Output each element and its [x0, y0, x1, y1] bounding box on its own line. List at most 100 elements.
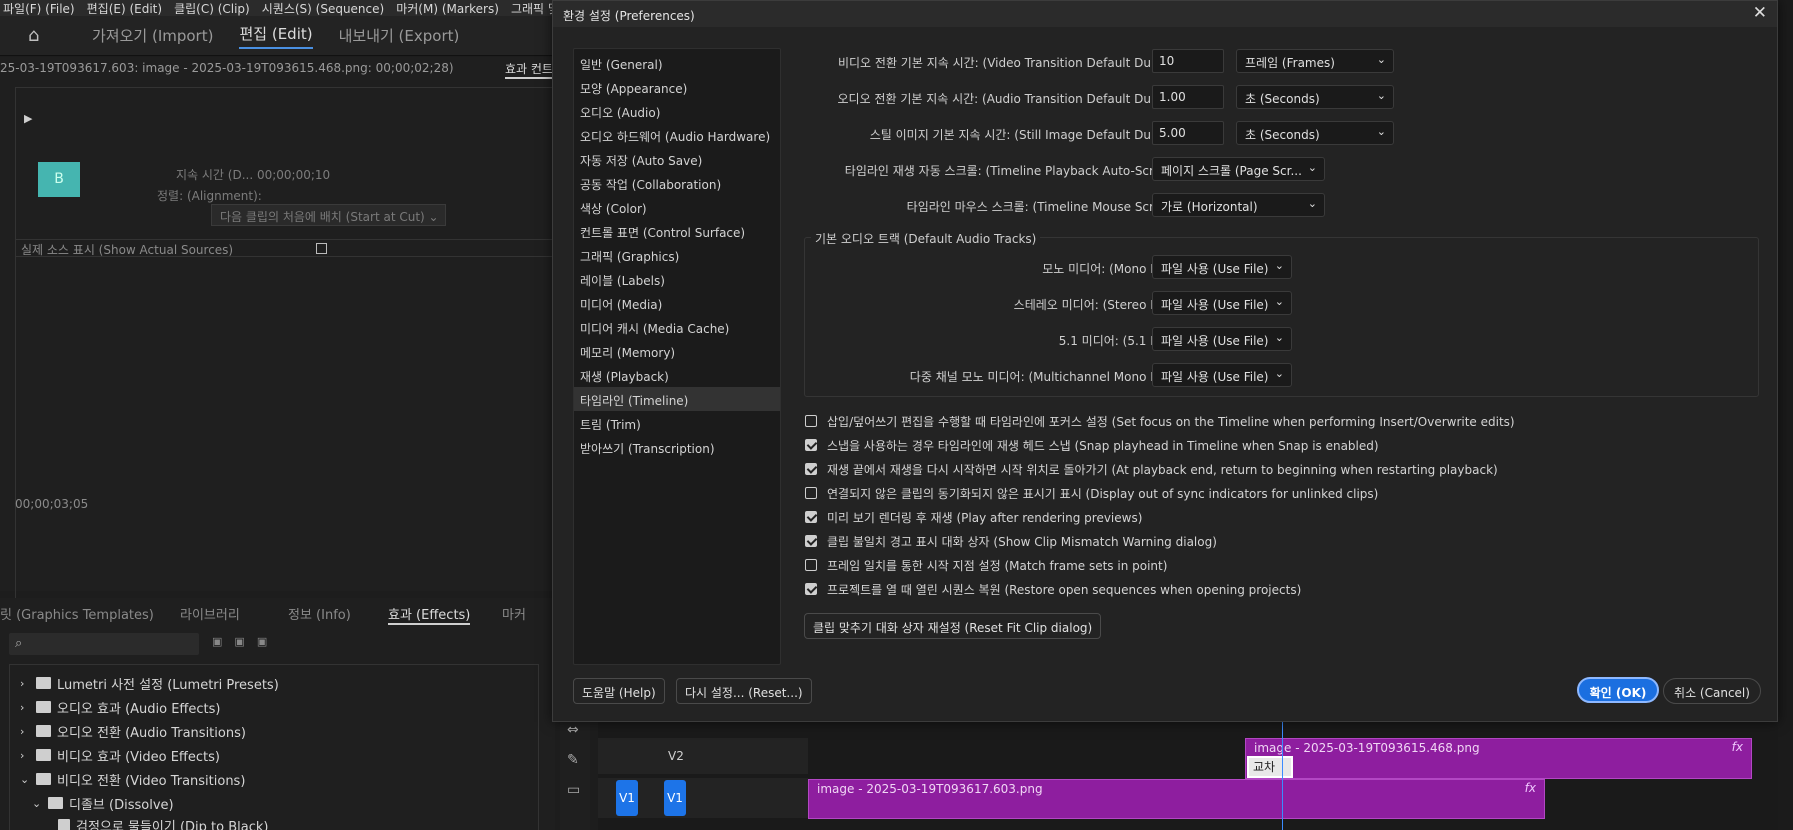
pen-tool-icon[interactable]: ✎: [567, 752, 579, 768]
checkbox[interactable]: [805, 559, 817, 571]
chevron-down-icon: ⌄: [32, 796, 42, 810]
category-appearance[interactable]: 모양 (Appearance): [574, 75, 780, 99]
reset-fit-clip-button[interactable]: 클립 맞추기 대화 상자 재설정 (Reset Fit Clip dialog): [804, 613, 1102, 639]
checkbox-row[interactable]: 미리 보기 렌더링 후 재생 (Play after rendering pre…: [805, 508, 1142, 526]
clip-path-header: 25-03-19T093617.603: image - 2025-03-19T…: [0, 61, 454, 75]
checkbox-row[interactable]: 재생 끝에서 재생을 다시 시작하면 시작 위치로 돌아가기 (At playb…: [805, 460, 1498, 478]
audio-transition-duration-input[interactable]: 1.00: [1152, 85, 1224, 109]
chevron-down-icon: ⌄: [1274, 331, 1284, 344]
tree-item-dip-to-black[interactable]: 검정으로 물들이기 (Dip to Black): [58, 815, 268, 830]
source-patch-v1[interactable]: V1: [616, 780, 638, 816]
multichannel-mono-select[interactable]: 파일 사용 (Use File) ⌄: [1152, 363, 1292, 387]
checkbox-row[interactable]: 프레임 일치를 통한 시작 지점 설정 (Match frame sets in…: [805, 556, 1167, 574]
checkbox[interactable]: [805, 511, 817, 523]
category-control-surface[interactable]: 컨트롤 표면 (Control Surface): [574, 219, 780, 243]
tree-item-audio-transitions[interactable]: › 오디오 전환 (Audio Transitions): [20, 721, 246, 741]
category-trim[interactable]: 트림 (Trim): [574, 411, 780, 435]
track-label-v2: V2: [668, 749, 684, 763]
timeline-clip-v2[interactable]: image - 2025-03-19T093615.468.png fx: [1245, 738, 1752, 779]
reset-button[interactable]: 다시 설정... (Reset...): [676, 678, 812, 704]
cancel-button[interactable]: 취소 (Cancel): [1663, 678, 1761, 704]
checkbox[interactable]: [805, 583, 817, 595]
checkbox[interactable]: [805, 415, 817, 427]
help-button[interactable]: 도움말 (Help): [573, 678, 665, 704]
mono-media-select[interactable]: 파일 사용 (Use File) ⌄: [1152, 255, 1292, 279]
checkbox-row[interactable]: 프로젝트를 열 때 열린 시퀀스 복원 (Restore open sequen…: [805, 580, 1301, 598]
still-image-unit-select[interactable]: 초 (Seconds) ⌄: [1236, 121, 1394, 145]
checkbox-row[interactable]: 삽입/덮어쓰기 편집을 수행할 때 타임라인에 포커스 설정 (Set focu…: [805, 412, 1515, 430]
tab-info[interactable]: 정보 (Info): [288, 604, 351, 623]
category-audio-hardware[interactable]: 오디오 하드웨어 (Audio Hardware): [574, 123, 780, 147]
show-actual-sources-checkbox[interactable]: [316, 243, 327, 254]
video-transition-unit-select[interactable]: 프레임 (Frames) ⌄: [1236, 49, 1394, 73]
tab-graphics-templates[interactable]: 릿 (Graphics Templates): [0, 604, 154, 623]
ok-button[interactable]: 확인 (OK): [1577, 677, 1659, 703]
category-labels[interactable]: 레이블 (Labels): [574, 267, 780, 291]
category-collaboration[interactable]: 공동 작업 (Collaboration): [574, 171, 780, 195]
tab-libraries[interactable]: 라이브러리: [180, 604, 240, 623]
close-icon[interactable]: ✕: [1753, 3, 1767, 23]
tree-item-video-transitions[interactable]: ⌄ 비디오 전환 (Video Transitions): [20, 769, 245, 789]
category-transcription[interactable]: 받아쓰기 (Transcription): [574, 435, 780, 459]
category-memory[interactable]: 메모리 (Memory): [574, 339, 780, 363]
track-target-v1[interactable]: V1: [664, 780, 686, 816]
home-icon[interactable]: ⌂: [28, 26, 48, 45]
mouse-scrolling-select[interactable]: 가로 (Horizontal) ⌄: [1152, 193, 1325, 217]
category-general[interactable]: 일반 (General): [574, 51, 780, 75]
checkbox[interactable]: [805, 463, 817, 475]
tab-import[interactable]: 가져오기 (Import): [92, 25, 213, 46]
32bit-effects-icon[interactable]: ▣: [234, 635, 244, 648]
rectangle-tool-icon[interactable]: ▭: [567, 782, 580, 798]
play-icon[interactable]: ▶: [24, 112, 32, 125]
menu-edit[interactable]: 편집(E) (Edit): [87, 0, 162, 16]
five-one-media-label: 5.1 미디어: (5.1 Media):: [1058, 334, 1195, 348]
category-audio[interactable]: 오디오 (Audio): [574, 99, 780, 123]
menu-sequence[interactable]: 시퀀스(S) (Sequence): [262, 0, 384, 16]
tree-item-video-effects[interactable]: › 비디오 효과 (Video Effects): [20, 745, 220, 765]
tree-item-audio-effects[interactable]: › 오디오 효과 (Audio Effects): [20, 697, 220, 717]
tree-item-label: 검정으로 물들이기 (Dip to Black): [76, 819, 269, 830]
effects-search-input[interactable]: ⌕: [9, 633, 199, 655]
audio-transition-unit-select[interactable]: 초 (Seconds) ⌄: [1236, 85, 1394, 109]
category-graphics[interactable]: 그래픽 (Graphics): [574, 243, 780, 267]
category-color[interactable]: 색상 (Color): [574, 195, 780, 219]
checkbox[interactable]: [805, 535, 817, 547]
tree-item-lumetri-presets[interactable]: › Lumetri 사전 설정 (Lumetri Presets): [20, 673, 279, 693]
menu-markers[interactable]: 마커(M) (Markers): [396, 0, 499, 16]
category-timeline[interactable]: 타임라인 (Timeline): [574, 387, 780, 411]
folder-icon: [36, 677, 51, 689]
tab-edit[interactable]: 편집 (Edit): [239, 23, 313, 49]
checkbox[interactable]: [805, 439, 817, 451]
effects-filter-icons: ▣ ▣ ▣: [212, 635, 267, 648]
accelerated-effects-icon[interactable]: ▣: [212, 635, 222, 648]
checkbox[interactable]: [805, 487, 817, 499]
category-media-cache[interactable]: 미디어 캐시 (Media Cache): [574, 315, 780, 339]
alignment-select[interactable]: 다음 클립의 처음에 배치 (Start at Cut) ⌄: [211, 204, 446, 226]
stereo-media-select[interactable]: 파일 사용 (Use File) ⌄: [1152, 291, 1292, 315]
category-media[interactable]: 미디어 (Media): [574, 291, 780, 315]
tab-export[interactable]: 내보내기 (Export): [339, 25, 460, 46]
yuv-effects-icon[interactable]: ▣: [257, 635, 267, 648]
timeline-clip-v1[interactable]: image - 2025-03-19T093617.603.png fx: [808, 779, 1545, 819]
tree-item-dissolve[interactable]: ⌄ 디졸브 (Dissolve): [32, 793, 174, 813]
checkbox-row[interactable]: 스냅을 사용하는 경우 타임라인에 재생 헤드 스냅 (Snap playhea…: [805, 436, 1379, 454]
playback-autoscroll-select[interactable]: 페이지 스크롤 (Page Scr... ⌄: [1152, 157, 1325, 181]
five-one-media-select[interactable]: 파일 사용 (Use File) ⌄: [1152, 327, 1292, 351]
tab-markers[interactable]: 마커: [502, 604, 526, 623]
chevron-right-icon: ›: [20, 676, 25, 690]
still-image-duration-input[interactable]: 5.00: [1152, 121, 1224, 145]
fx-badge: fx: [1524, 781, 1536, 795]
tab-effects[interactable]: 효과 (Effects): [388, 604, 471, 625]
checkbox-row[interactable]: 클립 불일치 경고 표시 대화 상자 (Show Clip Mismatch W…: [805, 532, 1217, 550]
playhead[interactable]: [1282, 712, 1283, 830]
tab-effect-controls[interactable]: 효과 컨트: [505, 60, 553, 79]
menu-clip[interactable]: 클립(C) (Clip): [174, 0, 250, 16]
checkbox-row[interactable]: 연결되지 않은 클립의 동기화되지 않은 표시기 표시 (Display out…: [805, 484, 1378, 502]
slip-tool-icon[interactable]: ⇔: [567, 722, 579, 738]
menu-file[interactable]: 파일(F) (File): [3, 0, 75, 16]
video-transition-duration-input[interactable]: 10: [1152, 49, 1224, 73]
category-playback[interactable]: 재생 (Playback): [574, 363, 780, 387]
cross-dissolve-transition[interactable]: 교차: [1247, 756, 1293, 778]
alignment-value: 다음 클립의 처음에 배치 (Start at Cut): [220, 210, 425, 224]
category-auto-save[interactable]: 자동 저장 (Auto Save): [574, 147, 780, 171]
